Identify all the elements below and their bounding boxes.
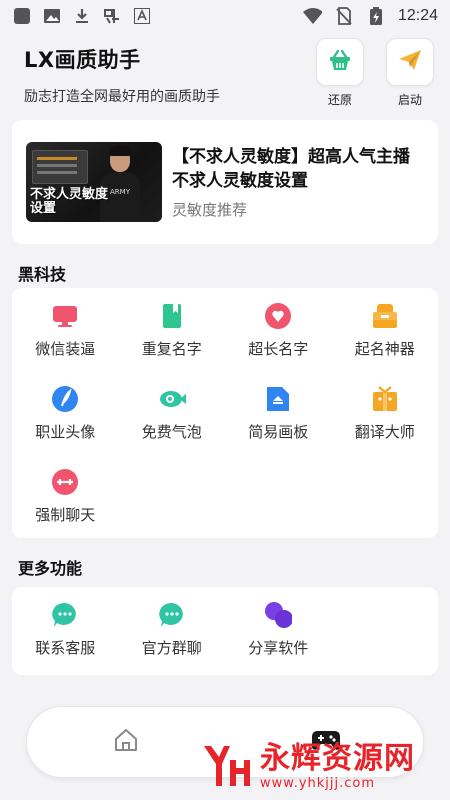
black-tech-card: 微信装逼 重复名字 超长名字 起名神器 职业头像 免费气泡 简易画板 翻译大师 … [12,288,438,538]
article-title: 【不求人灵敏度】超高人气主播不求人灵敏度设置 [172,146,410,191]
grid-label: 起名神器 [354,340,415,358]
grid-item-contact-support[interactable]: 联系客服 [12,587,119,670]
grid-label: 分享软件 [248,639,309,657]
app-title: LX画质助手 [24,48,141,72]
more-grid: 联系客服 官方群聊 分享软件 [12,587,438,670]
wifi-icon [302,6,322,26]
fish-icon [158,385,186,413]
paper-plane-icon [397,47,423,77]
grid-item-duplicate-name[interactable]: 重复名字 [119,288,226,371]
restore-label: 还原 [327,93,352,107]
thumbnail-caption: 不求人灵敏度设置 [30,187,109,216]
monitor-icon [51,302,79,330]
grid-item-official-group[interactable]: 官方群聊 [119,587,226,670]
chat-bubble-icon [158,601,186,629]
article-text: 【不求人灵敏度】超高人气主播不求人灵敏度设置 灵敏度推荐 [172,145,424,220]
grid-item-free-bubble[interactable]: 免费气泡 [119,371,226,454]
top-actions: 还原 启动 [316,38,434,108]
clock: 12:24 [397,7,438,24]
article-subtitle: 灵敏度推荐 [172,200,248,219]
launch-label: 启动 [397,93,422,107]
grid-item-translator[interactable]: 翻译大师 [332,371,439,454]
grid-item-long-name[interactable]: 超长名字 [225,288,332,371]
launch-button[interactable] [386,38,434,86]
image-icon [42,6,62,26]
article-thumbnail: ARMY 不求人灵敏度设置 [26,142,162,222]
square-icon [12,6,32,26]
document-icon [264,385,292,413]
grid-label: 强制聊天 [35,506,96,524]
grid-label: 重复名字 [141,340,202,358]
grid-label: 简易画板 [248,423,309,441]
restore-action[interactable]: 还原 [316,38,364,108]
grid-item-simple-canvas[interactable]: 简易画板 [225,371,332,454]
stack-icon [371,302,399,330]
status-bar: 12:24 [0,0,450,32]
a-badge-icon [132,6,152,26]
launch-action[interactable]: 启动 [386,38,434,108]
grid-item-force-chat[interactable]: 强制聊天 [12,454,119,537]
app-header: LX画质助手 励志打造全网最好用的画质助手 [24,44,284,106]
grid-label: 翻译大师 [354,423,415,441]
grid-label: 免费气泡 [141,423,202,441]
featured-article-card[interactable]: ARMY 不求人灵敏度设置 【不求人灵敏度】超高人气主播不求人灵敏度设置 灵敏度… [12,120,438,244]
status-right-icons: 12:24 [302,6,438,26]
grid-label: 联系客服 [35,639,96,657]
home-icon[interactable] [113,727,139,757]
basket-icon [327,47,353,77]
section-title-black-tech: 黑科技 [18,265,67,284]
grid-item-naming-tool[interactable]: 起名神器 [332,288,439,371]
chat-bubble-icon [51,601,79,629]
restore-button[interactable] [316,38,364,86]
gamepad-icon[interactable] [311,725,341,757]
feather-icon [51,385,79,413]
download-icon [72,6,92,26]
no-sim-icon [334,6,354,26]
grid-item-share-app[interactable]: 分享软件 [225,587,332,670]
grid-empty-slot [332,587,439,670]
section-title-more: 更多功能 [18,559,83,578]
chat-circle-icon [51,468,79,496]
bookmark-icon [158,302,186,330]
battery-charging-icon [366,6,386,26]
grid-item-pro-avatar[interactable]: 职业头像 [12,371,119,454]
bottom-nav [26,706,424,778]
grid-label: 官方群聊 [141,639,202,657]
custom-app-icon [102,6,122,26]
grid-label: 职业头像 [35,423,96,441]
status-left-icons [12,6,152,26]
app-subtitle: 励志打造全网最好用的画质助手 [24,89,220,105]
thumbnail-settings-panel [32,150,88,184]
grid-label: 微信装逼 [35,340,96,358]
grid-item-wechat[interactable]: 微信装逼 [12,288,119,371]
grid-label: 超长名字 [248,340,309,358]
more-card: 联系客服 官方群聊 分享软件 [12,587,438,675]
gift-icon [371,385,399,413]
share-circles-icon [264,601,293,629]
black-tech-grid: 微信装逼 重复名字 超长名字 起名神器 职业头像 免费气泡 简易画板 翻译大师 … [12,288,438,537]
heart-bubble-icon [264,302,292,330]
